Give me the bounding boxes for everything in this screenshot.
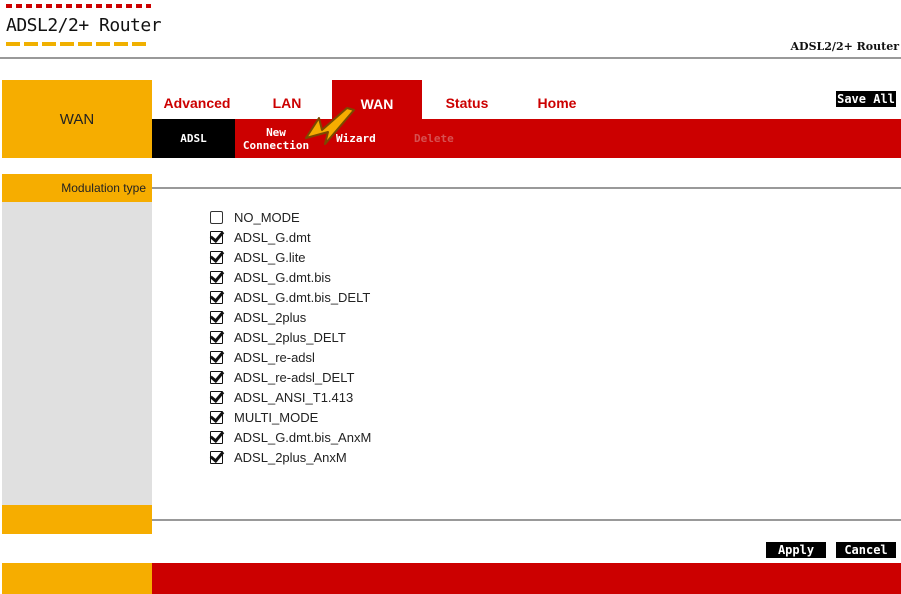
option-label: ADSL_2plus <box>234 309 307 325</box>
logo-decoration-top <box>6 4 151 8</box>
checkbox[interactable] <box>210 410 223 424</box>
content-divider-top <box>152 187 901 189</box>
sidebar-footer <box>2 505 152 534</box>
header-divider <box>0 57 901 59</box>
apply-button[interactable]: Apply <box>766 542 826 558</box>
section-label: WAN <box>2 80 152 158</box>
checkbox[interactable] <box>210 450 223 464</box>
subtab-adsl[interactable]: ADSL <box>152 119 235 158</box>
tab-status[interactable]: Status <box>427 88 507 119</box>
checkbox[interactable] <box>210 430 223 444</box>
option-adsl-re-adsl-delt[interactable]: ADSL_re-adsl_DELT <box>210 367 371 387</box>
option-adsl-2plus[interactable]: ADSL_2plus <box>210 307 371 327</box>
checkbox[interactable] <box>210 270 223 284</box>
logo-decoration-bottom <box>6 42 146 46</box>
option-label: ADSL_G.dmt.bis_DELT <box>234 289 371 305</box>
option-label: ADSL_ANSI_T1.413 <box>234 389 354 405</box>
save-all-button[interactable]: Save All <box>836 91 896 107</box>
option-adsl-g-dmt-bis[interactable]: ADSL_G.dmt.bis <box>210 267 371 287</box>
arrow-icon <box>305 107 355 145</box>
modulation-type-label: Modulation type <box>2 174 152 202</box>
footer-bar <box>152 563 901 594</box>
sidebar-panel <box>2 174 152 534</box>
checkbox[interactable] <box>210 230 223 244</box>
checkbox[interactable] <box>210 250 223 264</box>
cancel-button[interactable]: Cancel <box>836 542 896 558</box>
subtab-delete[interactable]: Delete <box>414 132 454 145</box>
option-adsl-2plus-delt[interactable]: ADSL_2plus_DELT <box>210 327 371 347</box>
option-label: ADSL_G.dmt.bis <box>234 269 331 285</box>
checkbox[interactable] <box>210 310 223 324</box>
option-label: ADSL_2plus_AnxM <box>234 449 347 465</box>
option-no-mode[interactable]: NO_MODE <box>210 207 371 227</box>
option-adsl-g-dmt-bis-delt[interactable]: ADSL_G.dmt.bis_DELT <box>210 287 371 307</box>
modulation-options: NO_MODE ADSL_G.dmt ADSL_G.lite ADSL_G.dm… <box>210 207 371 467</box>
option-adsl-g-lite[interactable]: ADSL_G.lite <box>210 247 371 267</box>
checkbox[interactable] <box>210 390 223 404</box>
option-adsl-ansi-t1-413[interactable]: ADSL_ANSI_T1.413 <box>210 387 371 407</box>
footer-left <box>2 563 152 594</box>
logo: ADSL2/2+ Router <box>6 15 162 36</box>
content-divider-bottom <box>152 519 901 521</box>
tab-advanced[interactable]: Advanced <box>152 88 242 119</box>
option-multi-mode[interactable]: MULTI_MODE <box>210 407 371 427</box>
checkbox[interactable] <box>210 210 223 224</box>
model-label: ADSL2/2+ Router <box>790 40 899 53</box>
option-label: ADSL_G.lite <box>234 249 306 265</box>
option-label: NO_MODE <box>234 209 300 225</box>
option-label: ADSL_re-adsl <box>234 349 315 365</box>
checkbox[interactable] <box>210 370 223 384</box>
option-label: ADSL_G.dmt <box>234 229 311 245</box>
checkbox[interactable] <box>210 350 223 364</box>
option-label: ADSL_2plus_DELT <box>234 329 346 345</box>
checkbox[interactable] <box>210 330 223 344</box>
option-adsl-re-adsl[interactable]: ADSL_re-adsl <box>210 347 371 367</box>
option-adsl-2plus-anxm[interactable]: ADSL_2plus_AnxM <box>210 447 371 467</box>
header <box>0 0 901 80</box>
option-adsl-g-dmt-bis-anxm[interactable]: ADSL_G.dmt.bis_AnxM <box>210 427 371 447</box>
checkbox[interactable] <box>210 290 223 304</box>
option-label: ADSL_G.dmt.bis_AnxM <box>234 429 372 445</box>
section-label-text: WAN <box>59 110 95 128</box>
option-adsl-g-dmt[interactable]: ADSL_G.dmt <box>210 227 371 247</box>
option-label: MULTI_MODE <box>234 409 319 425</box>
option-label: ADSL_re-adsl_DELT <box>234 369 355 385</box>
tab-home[interactable]: Home <box>517 88 597 119</box>
